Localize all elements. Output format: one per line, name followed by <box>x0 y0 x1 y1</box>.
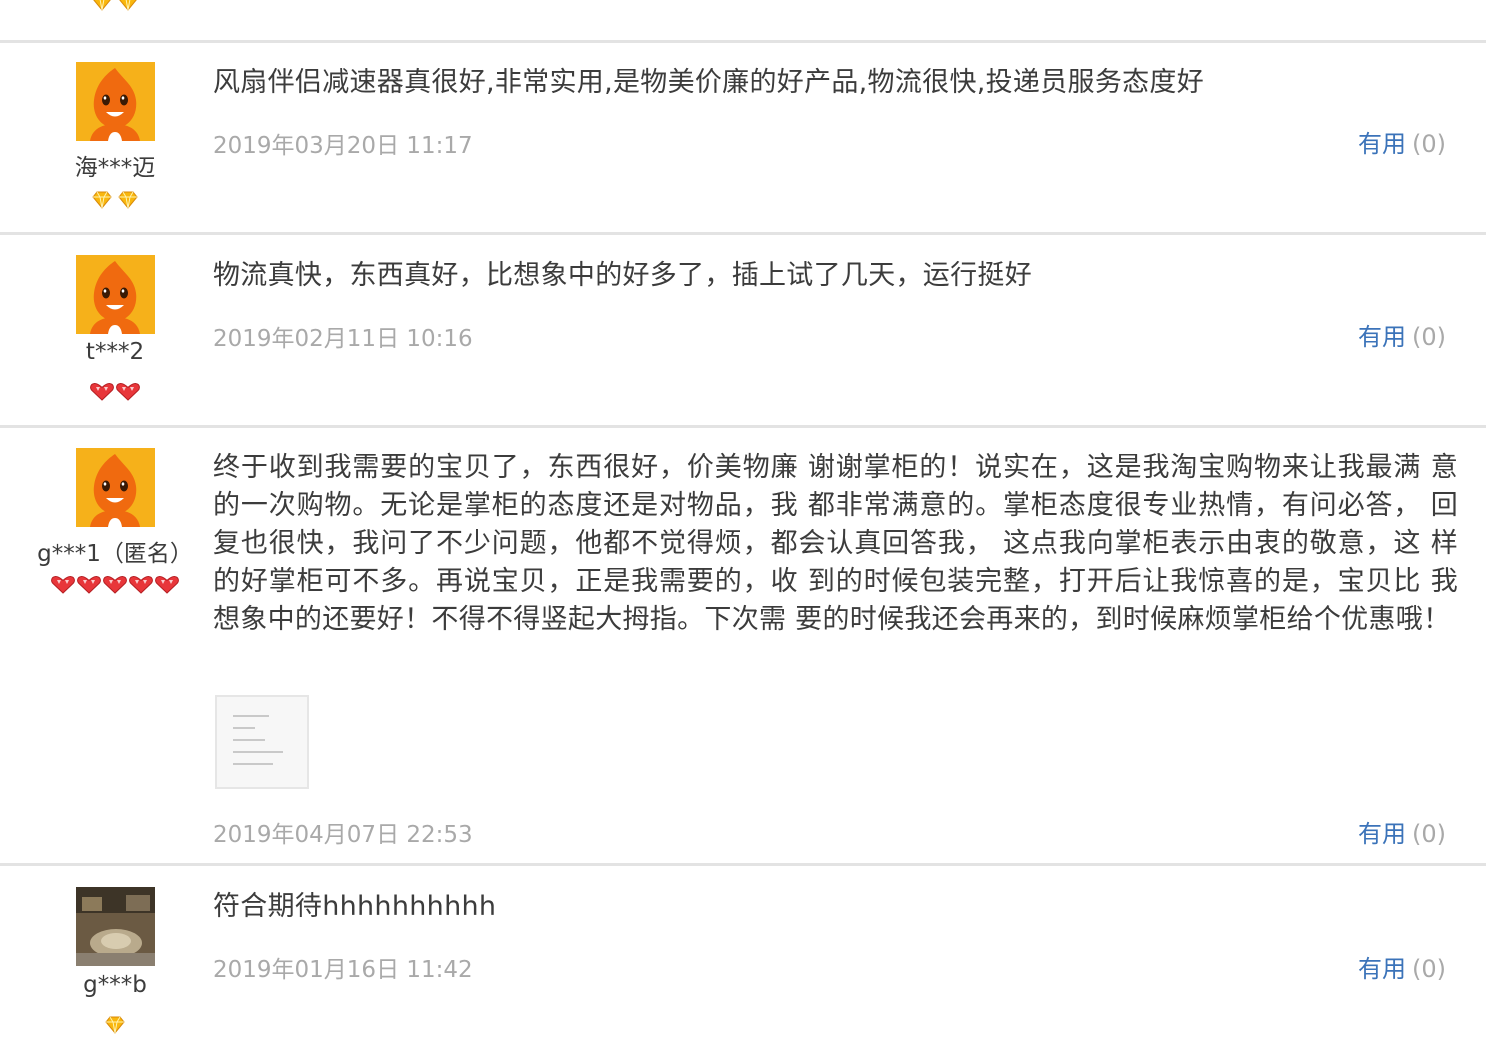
review-text: 风扇伴侣减速器真很好,非常实用,是物美价廉的好产品,物流很快,投递员服务态度好 <box>213 67 1205 98</box>
reviewer-name: t***2 <box>85 339 145 365</box>
review-date: 2019年01月16日 11:42 <box>213 957 473 983</box>
review-date: 2019年02月11日 10:16 <box>213 326 473 352</box>
useful-label[interactable]: 有用 <box>1358 955 1406 983</box>
review-text: 终于收到我需要的宝贝了，东西很好，价美物廉 谢谢掌柜的！说实在，这是我淘宝购物来… <box>213 452 1458 635</box>
heart-icon <box>50 575 76 595</box>
review-content: 物流真快，东西真好，比想象中的好多了，插上试了几天，运行挺好 <box>213 257 1458 295</box>
heart-icon <box>128 575 154 595</box>
diamond-icon <box>115 190 141 210</box>
heart-icon <box>154 575 180 595</box>
review-text: 物流真快，东西真好，比想象中的好多了，插上试了几天，运行挺好 <box>213 260 1032 291</box>
reputation-badges <box>0 382 230 402</box>
heart-icon <box>76 575 102 595</box>
diamond-icon <box>89 0 115 12</box>
badge-row <box>0 0 230 12</box>
diamond-icon <box>102 1015 128 1035</box>
review-content: 风扇伴侣减速器真很好,非常实用,是物美价廉的好产品,物流很快,投递员服务态度好 <box>213 64 1458 102</box>
divider <box>0 863 1486 866</box>
useful-count: (0) <box>1412 323 1446 351</box>
review-date: 2019年04月07日 22:53 <box>213 822 473 848</box>
review-text: 符合期待hhhhhhhhhh <box>213 891 497 922</box>
avatar[interactable] <box>76 448 155 527</box>
useful-count: (0) <box>1412 955 1446 983</box>
avatar-doll-icon <box>76 448 155 527</box>
divider <box>0 40 1486 43</box>
review-item: t***2 物流真快，东西真好，比想象中的好多了，插上试了几天，运行挺好 201… <box>0 255 1486 425</box>
useful-label[interactable]: 有用 <box>1358 323 1406 351</box>
avatar[interactable] <box>76 255 155 334</box>
heart-icon <box>115 382 141 402</box>
reviewer-name: 海***迈 <box>74 155 156 181</box>
avatar-photo-icon <box>76 887 155 966</box>
heart-icon <box>102 575 128 595</box>
reviewer-name: g***b <box>83 972 147 998</box>
useful-label[interactable]: 有用 <box>1358 130 1406 158</box>
review-item: 海***迈 风扇伴侣减速器真很好,非常实用,是物美价廉的好产品,物流很快,投递员… <box>0 62 1486 232</box>
useful-button[interactable]: 有用 (0) <box>1358 317 1446 352</box>
review-photo-thumbnail[interactable] <box>215 695 309 789</box>
diamond-icon <box>115 0 141 12</box>
useful-count: (0) <box>1412 130 1446 158</box>
reputation-badges <box>0 575 230 595</box>
avatar-doll-icon <box>76 255 155 334</box>
useful-button[interactable]: 有用 (0) <box>1358 949 1446 984</box>
review-date: 2019年03月20日 11:17 <box>213 133 473 159</box>
review-content: 符合期待hhhhhhhhhh <box>213 888 1458 926</box>
useful-button[interactable]: 有用 (0) <box>1358 124 1446 159</box>
useful-label[interactable]: 有用 <box>1358 820 1406 848</box>
review-item: g***b 符合期待hhhhhhhhhh 2019年01月16日 11:42 有… <box>0 887 1486 1051</box>
avatar-doll-icon <box>76 62 155 141</box>
review-item: g***1（匿名） 终于收到我需要的宝贝了，东西很好，价美物廉 谢谢掌柜的！说实… <box>0 448 1486 863</box>
divider <box>0 425 1486 428</box>
reputation-badges <box>0 190 230 210</box>
useful-button[interactable]: 有用 (0) <box>1358 814 1446 849</box>
diamond-icon <box>89 190 115 210</box>
review-content: 终于收到我需要的宝贝了，东西很好，价美物廉 谢谢掌柜的！说实在，这是我淘宝购物来… <box>213 449 1458 639</box>
heart-icon <box>89 382 115 402</box>
avatar[interactable] <box>76 887 155 966</box>
avatar[interactable] <box>76 62 155 141</box>
reputation-badges <box>0 1015 230 1035</box>
divider <box>0 232 1486 235</box>
reviewer-name: g***1（匿名） <box>37 541 193 567</box>
useful-count: (0) <box>1412 820 1446 848</box>
